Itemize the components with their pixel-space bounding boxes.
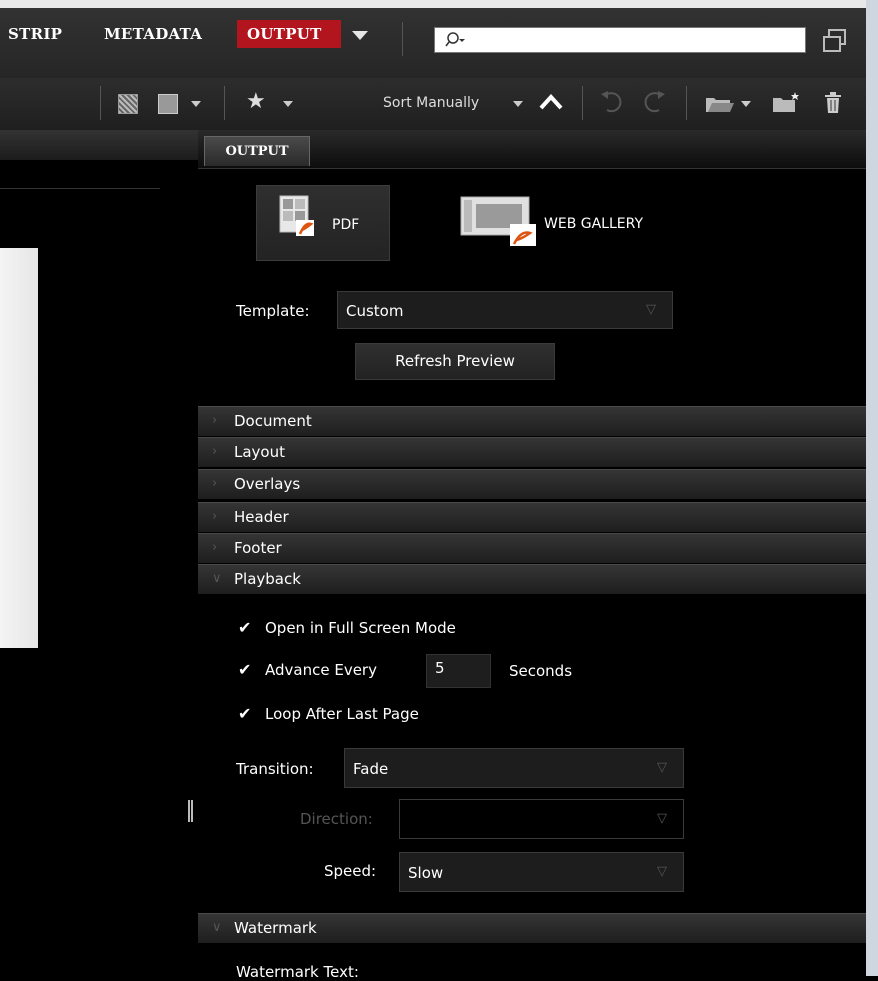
section-title: Footer (234, 539, 282, 557)
section-title: Overlays (234, 475, 301, 493)
seconds-label: Seconds (509, 662, 573, 680)
divider (0, 188, 160, 189)
single-view-icon[interactable] (158, 94, 178, 114)
web-gallery-icon (460, 196, 540, 252)
pdf-label: PDF (332, 217, 360, 233)
section-layout[interactable]: › Layout (198, 437, 866, 467)
star-rating-icon[interactable]: ★ (246, 89, 266, 114)
pdf-icon (278, 194, 320, 244)
rotate-left-icon[interactable] (598, 88, 626, 120)
section-overlays[interactable]: › Overlays (198, 469, 866, 499)
transition-value: Fade (353, 760, 389, 778)
media-browser-header (0, 130, 200, 160)
section-document[interactable]: › Document (198, 406, 866, 436)
full-screen-checkbox[interactable]: ✔ (238, 618, 251, 637)
chevron-right-icon: › (212, 540, 218, 555)
divider (402, 22, 403, 56)
template-dropdown[interactable]: Custom ▽ (337, 291, 673, 329)
advance-seconds-input[interactable]: 5 (426, 654, 491, 688)
section-playback[interactable]: ∨ Playback (198, 564, 866, 594)
speed-dropdown[interactable]: Slow ▽ (399, 852, 684, 892)
web-gallery-output-button[interactable]: WEB GALLERY (460, 196, 680, 256)
trash-icon[interactable] (823, 92, 843, 118)
chevron-down-icon: ▽ (657, 864, 667, 879)
chevron-right-icon: › (212, 413, 218, 428)
loop-label: Loop After Last Page (265, 705, 419, 723)
divider (582, 86, 583, 120)
loop-checkbox[interactable]: ✔ (238, 704, 251, 723)
view-menu-arrow-icon[interactable] (191, 101, 201, 107)
tab-filmstrip[interactable]: STRIP (8, 20, 62, 48)
tab-output-panel[interactable]: OUTPUT (204, 136, 310, 166)
section-title: Header (234, 508, 289, 526)
chevron-right-icon: › (212, 444, 218, 459)
sort-direction-icon[interactable] (538, 92, 564, 116)
section-footer[interactable]: › Footer (198, 533, 866, 563)
template-label: Template: (236, 302, 310, 320)
section-title: Layout (234, 443, 285, 461)
new-album-icon[interactable] (771, 90, 801, 118)
speed-value: Slow (408, 864, 444, 882)
tab-output[interactable]: OUTPUT (237, 20, 341, 48)
chevron-down-icon: ▽ (657, 811, 667, 826)
sort-menu-arrow-icon[interactable] (513, 101, 523, 107)
divider (686, 86, 687, 120)
section-title: Watermark (234, 919, 317, 937)
grid-view-icon[interactable] (118, 94, 138, 114)
advance-checkbox[interactable]: ✔ (238, 660, 251, 679)
section-title: Document (234, 412, 312, 430)
speed-label: Speed: (324, 862, 377, 880)
divider (100, 86, 101, 120)
advance-label: Advance Every (265, 661, 377, 679)
chevron-right-icon: › (212, 509, 218, 524)
rotate-right-icon[interactable] (640, 88, 668, 120)
transition-label: Transition: (236, 760, 314, 778)
full-screen-label: Open in Full Screen Mode (265, 619, 456, 637)
section-watermark[interactable]: ∨ Watermark (198, 913, 866, 943)
window-right-edge (866, 0, 878, 976)
preview-image (0, 248, 38, 648)
pdf-output-button[interactable]: PDF (256, 185, 390, 261)
sort-dropdown[interactable]: Sort Manually (383, 95, 479, 111)
search-icon[interactable] (444, 30, 466, 50)
section-title: Playback (234, 570, 301, 588)
divider (224, 86, 225, 120)
web-gallery-label: WEB GALLERY (544, 216, 643, 232)
rating-menu-arrow-icon[interactable] (283, 101, 293, 107)
chevron-down-icon: ▽ (646, 302, 656, 317)
direction-dropdown[interactable]: ▽ (399, 799, 684, 839)
section-header[interactable]: › Header (198, 502, 866, 532)
chevron-down-icon: ∨ (212, 571, 222, 586)
chevron-right-icon: › (212, 476, 218, 491)
direction-label: Direction: (300, 810, 373, 828)
search-input[interactable] (434, 27, 806, 53)
workspace-menu-arrow-icon[interactable] (352, 31, 368, 40)
panel-splitter-handle[interactable] (188, 800, 194, 824)
folder-menu-arrow-icon[interactable] (741, 101, 751, 107)
template-value: Custom (346, 302, 404, 320)
chevron-down-icon: ∨ (212, 920, 222, 935)
watermark-text-label: Watermark Text: (236, 963, 359, 981)
folder-icon[interactable] (704, 94, 736, 118)
chevron-down-icon: ▽ (657, 760, 667, 775)
transition-dropdown[interactable]: Fade ▽ (344, 748, 684, 788)
refresh-preview-button[interactable]: Refresh Preview (355, 343, 555, 380)
tab-metadata[interactable]: METADATA (104, 20, 202, 48)
restore-window-icon[interactable] (822, 27, 846, 52)
window-top-border (0, 0, 878, 8)
